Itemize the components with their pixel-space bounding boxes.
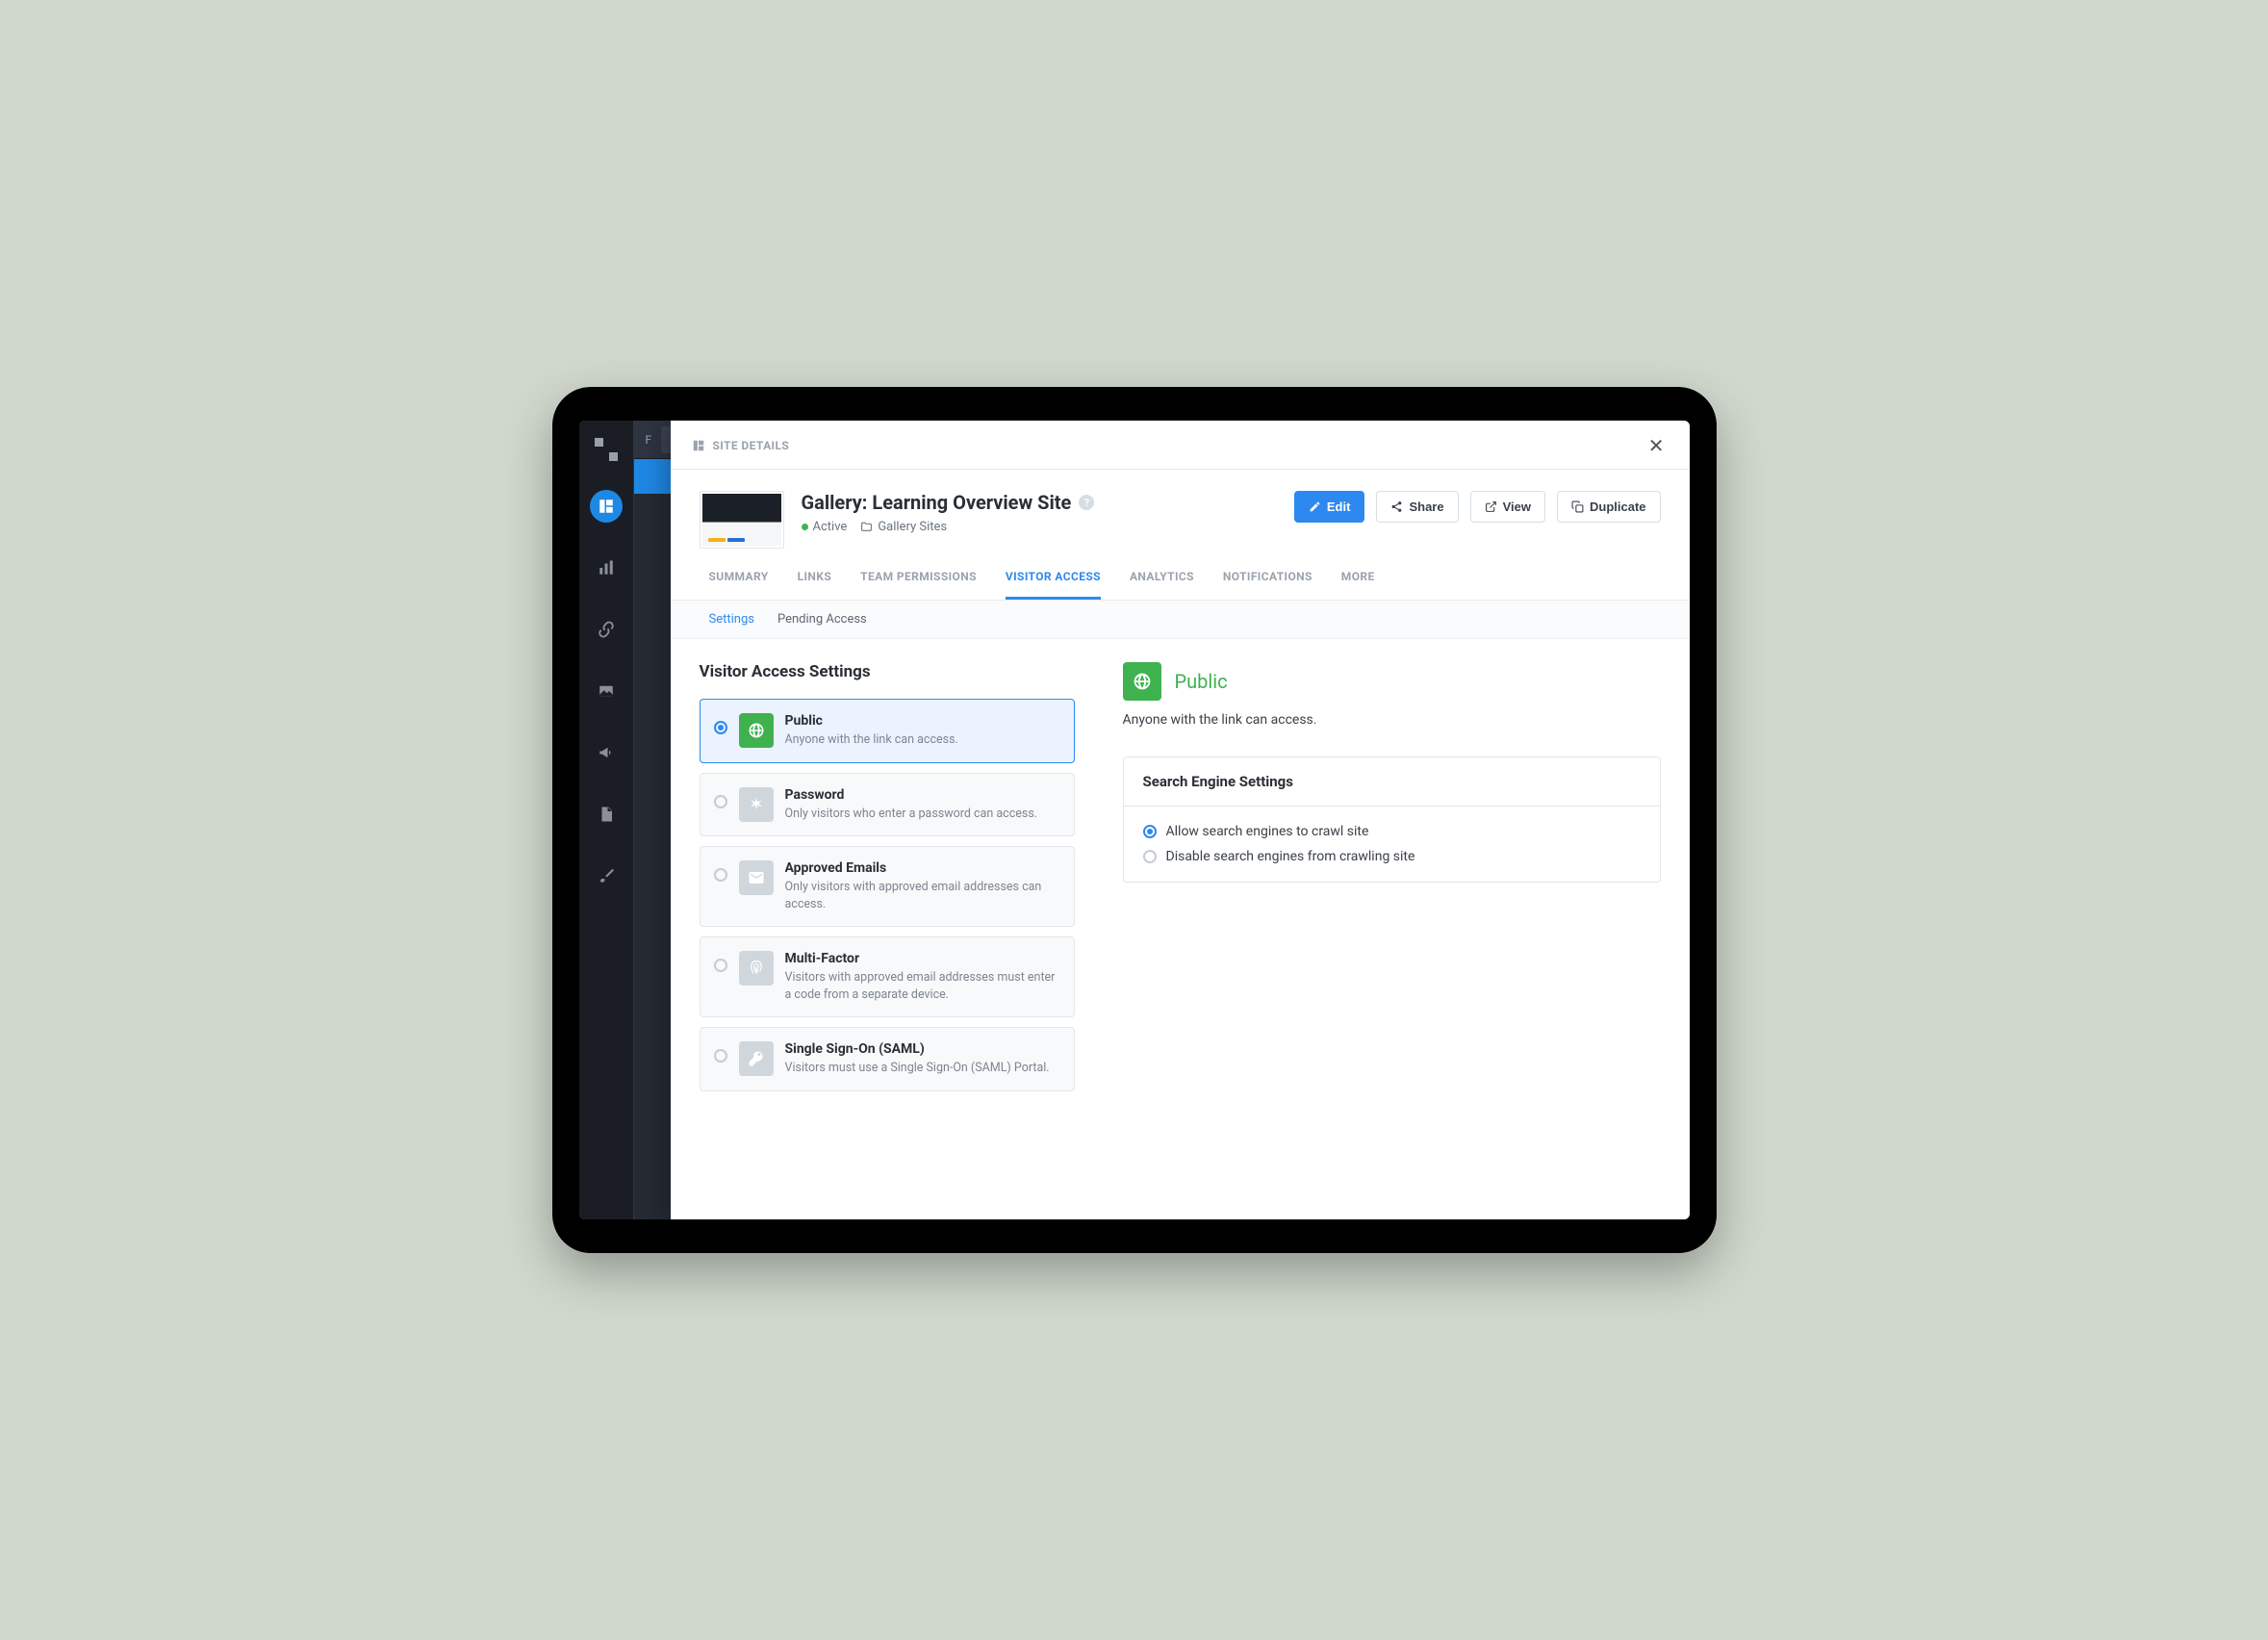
radio-icon xyxy=(714,721,727,734)
close-button[interactable]: ✕ xyxy=(1644,432,1669,459)
globe-icon xyxy=(1133,672,1152,691)
seo-option-0[interactable]: Allow search engines to crawl site xyxy=(1143,824,1641,839)
selected-access-title: Public xyxy=(1175,670,1228,693)
access-option-list: Public Anyone with the link can access. Pa… xyxy=(700,699,1075,1091)
duplicate-button[interactable]: Duplicate xyxy=(1557,491,1661,523)
option-desc: Only visitors who enter a password can a… xyxy=(785,806,1060,823)
sidebar-analytics-icon[interactable] xyxy=(590,551,623,584)
external-icon xyxy=(1485,500,1497,513)
modal-body: Gallery: Learning Overview Site ? Active… xyxy=(671,470,1690,1219)
site-details-modal: SITE DETAILS ✕ Gallery: Learning Overvie… xyxy=(671,421,1690,1219)
tab-analytics[interactable]: ANALYTICS xyxy=(1130,570,1194,600)
tablet-frame: F SITE DETAILS ✕ xyxy=(552,387,1717,1253)
selected-access-desc: Anyone with the link can access. xyxy=(1123,712,1661,728)
tab-team-permissions[interactable]: TEAM PERMISSIONS xyxy=(860,570,977,600)
seo-option-label: Disable search engines from crawling sit… xyxy=(1166,849,1415,864)
duplicate-icon xyxy=(1571,500,1584,513)
access-option-approved-emails[interactable]: Approved Emails Only visitors with approv… xyxy=(700,846,1075,927)
option-desc: Visitors with approved email addresses m… xyxy=(785,969,1060,1003)
app-logo xyxy=(595,438,618,461)
tab-more[interactable]: MORE xyxy=(1341,570,1375,600)
radio-icon xyxy=(714,795,727,808)
option-title: Public xyxy=(785,713,1060,729)
subtab-settings[interactable]: Settings xyxy=(709,612,754,627)
radio-icon xyxy=(1143,825,1157,838)
sidebar-links-icon[interactable] xyxy=(590,613,623,646)
radio-icon xyxy=(714,959,727,972)
edit-button[interactable]: Edit xyxy=(1294,491,1365,523)
seo-panel: Search Engine Settings Allow search engi… xyxy=(1123,756,1661,883)
app-sidebar xyxy=(579,421,633,1219)
share-icon xyxy=(1390,500,1403,513)
option-desc: Visitors must use a Single Sign-On (SAML… xyxy=(785,1060,1060,1077)
tab-links[interactable]: LINKS xyxy=(798,570,832,600)
tab-notifications[interactable]: NOTIFICATIONS xyxy=(1223,570,1312,600)
radio-icon xyxy=(1143,850,1157,863)
option-desc: Only visitors with approved email addres… xyxy=(785,879,1060,912)
seo-option-label: Allow search engines to crawl site xyxy=(1166,824,1369,839)
option-title: Single Sign-On (SAML) xyxy=(785,1041,1060,1057)
breadcrumb-text: SITE DETAILS xyxy=(713,439,790,452)
fingerprint-icon xyxy=(739,951,774,986)
radio-icon xyxy=(714,1049,727,1063)
help-icon[interactable]: ? xyxy=(1079,495,1094,510)
section-title: Visitor Access Settings xyxy=(700,662,1075,681)
sidebar-media-icon[interactable] xyxy=(590,675,623,707)
envelope-icon xyxy=(739,860,774,895)
access-option-public[interactable]: Public Anyone with the link can access. xyxy=(700,699,1075,763)
access-option-multi-factor[interactable]: Multi-Factor Visitors with approved email… xyxy=(700,936,1075,1017)
sidebar-announce-icon[interactable] xyxy=(590,736,623,769)
selected-access-icon xyxy=(1123,662,1161,701)
key-icon xyxy=(739,1041,774,1076)
site-folder[interactable]: Gallery Sites xyxy=(860,520,947,534)
site-title: Gallery: Learning Overview Site xyxy=(802,491,1072,514)
option-desc: Anyone with the link can access. xyxy=(785,731,1060,749)
radio-icon xyxy=(714,868,727,882)
seo-option-1[interactable]: Disable search engines from crawling sit… xyxy=(1143,849,1641,864)
modal-header: SITE DETAILS ✕ xyxy=(671,421,1690,470)
subtab-pending-access[interactable]: Pending Access xyxy=(777,612,867,627)
seo-panel-title: Search Engine Settings xyxy=(1124,757,1660,807)
sidebar-brush-icon[interactable] xyxy=(590,859,623,892)
pencil-icon xyxy=(1309,500,1321,513)
site-head: Gallery: Learning Overview Site ? Active… xyxy=(671,470,1690,549)
option-title: Multi-Factor xyxy=(785,951,1060,966)
access-option-password[interactable]: Password Only visitors who enter a passwo… xyxy=(700,773,1075,837)
access-option-single-sign-on-saml-[interactable]: Single Sign-On (SAML) Visitors must use a… xyxy=(700,1027,1075,1091)
share-button[interactable]: Share xyxy=(1376,491,1458,523)
globe-icon xyxy=(739,713,774,748)
site-thumbnail[interactable] xyxy=(700,491,784,549)
folder-icon xyxy=(860,521,873,533)
screen: F SITE DETAILS ✕ xyxy=(579,421,1690,1219)
asterisk-icon xyxy=(739,787,774,822)
subtabs: Settings Pending Access xyxy=(671,601,1690,639)
layout-icon xyxy=(692,439,705,452)
tab-summary[interactable]: SUMMARY xyxy=(709,570,769,600)
modal-breadcrumb: SITE DETAILS xyxy=(692,439,790,452)
view-button[interactable]: View xyxy=(1470,491,1545,523)
sidebar-sites-icon[interactable] xyxy=(590,490,623,523)
sidebar-docs-icon[interactable] xyxy=(590,798,623,831)
option-title: Password xyxy=(785,787,1060,803)
tabs: SUMMARY LINKS TEAM PERMISSIONS VISITOR ACCE… xyxy=(671,549,1690,601)
site-status: Active xyxy=(802,520,848,534)
tab-visitor-access[interactable]: VISITOR ACCESS xyxy=(1006,570,1101,600)
filter-letter: F xyxy=(646,433,652,447)
option-title: Approved Emails xyxy=(785,860,1060,876)
